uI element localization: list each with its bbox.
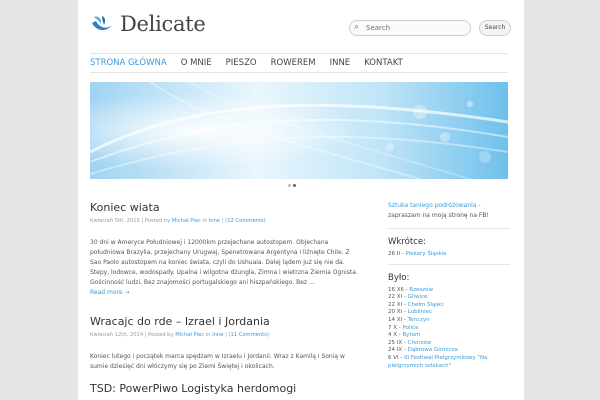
upcoming-heading: Wkrótce: — [388, 237, 426, 247]
nav-item-inne[interactable]: INNE — [323, 54, 358, 72]
main-nav: STRONA GŁÓWNA O MNIE PIESZO ROWEREM INNE… — [90, 53, 508, 73]
post-excerpt: 30 dni w Ameryce Południowej i 12000km p… — [90, 239, 358, 286]
facebook-page-link[interactable]: Sztuka taniego podróżowania — [388, 202, 477, 209]
post-list: Koniec wiata Kwiecień 5th, 2015 | Posted… — [90, 201, 362, 400]
site-title: Delicate — [120, 12, 206, 36]
list-item: 6 VI - III Festiwal Pielgrzymkowy "Na pi… — [388, 354, 488, 369]
divider — [388, 263, 510, 265]
post-title[interactable]: Koniec wiata — [90, 201, 362, 215]
event-link[interactable]: Gliwice — [408, 294, 428, 300]
event-link[interactable]: Chełm Śląski — [408, 302, 443, 308]
post-date: Kwiecień 5th, 2015 — [90, 218, 140, 224]
image-slider[interactable] — [90, 82, 508, 179]
list-item: 20 XI - Lubliniec — [388, 309, 433, 316]
slider-image — [90, 82, 508, 179]
slider-dot[interactable] — [288, 184, 291, 187]
list-item: 4 X - Bytom — [388, 332, 421, 339]
read-more-link[interactable]: Read more → — [90, 288, 362, 297]
bird-logo-icon — [92, 16, 112, 31]
event-link[interactable]: Police — [403, 325, 419, 331]
nav-item-pieszo[interactable]: PIESZO — [219, 54, 264, 72]
event-link[interactable]: Rzeszów — [409, 287, 433, 293]
sidebar: Sztuka taniego podróżowania - zapraszam … — [388, 201, 510, 370]
post-category-link[interactable]: Inne — [212, 332, 223, 338]
list-item: 22 XI - Chełm Śląski — [388, 301, 443, 308]
event-link[interactable]: Tenczyn — [408, 317, 430, 323]
list-item: 22 XI - Gliwice — [388, 294, 428, 301]
sidebar-intro: Sztuka taniego podróżowania - zapraszam … — [388, 201, 510, 229]
post-author-link[interactable]: Michał Piec — [175, 332, 204, 338]
nav-item-kontakt[interactable]: KONTAKT — [357, 54, 410, 72]
event-link[interactable]: Bytom — [403, 332, 421, 338]
past-heading: Było: — [388, 272, 410, 283]
event-link[interactable]: Lubliniec — [408, 309, 432, 315]
nav-item-rowerem[interactable]: ROWEREM — [264, 54, 323, 72]
post-comments-link[interactable]: (12 Comments) — [225, 218, 265, 224]
in-label: in — [202, 218, 208, 224]
post-title[interactable]: TSD: PowerPiwo Logistyka herdomogi — [90, 382, 362, 396]
posted-by-label: | Posted by — [144, 332, 174, 338]
nav-item-o-mnie[interactable]: O MNIE — [174, 54, 219, 72]
slider-pagination — [288, 184, 296, 187]
post: Wracajc do rde – Izrael i Jordania Kwiec… — [90, 315, 362, 372]
list-item: 26 II - Piekary Śląskie — [388, 251, 447, 257]
post-excerpt: Koniec lutego i początek marca spędzam w… — [90, 353, 345, 370]
post-author-link[interactable]: Michał Piec — [172, 218, 201, 224]
page: Delicate ⌕ Search STRONA GŁÓWNA O MNIE P… — [78, 0, 524, 400]
event-link[interactable]: Chorzów — [408, 340, 432, 346]
past-list: 16 XII - Rzeszów 22 XI - Gliwice 22 XI -… — [388, 287, 510, 371]
search-input[interactable] — [366, 22, 464, 33]
post-meta: Kwiecień 5th, 2015 | Posted by Michał Pi… — [90, 218, 266, 224]
post-meta: Kwiecień 12th, 2014 | Posted by Michał P… — [90, 332, 269, 338]
in-label: in — [205, 332, 211, 338]
upcoming-list: 26 II - Piekary Śląskie — [388, 251, 510, 259]
post: TSD: PowerPiwo Logistyka herdomogi — [90, 382, 362, 396]
slider-dot-active[interactable] — [293, 184, 296, 187]
posted-by-label: | Posted by — [141, 218, 171, 224]
post-comments-link[interactable]: (11 Comments) — [228, 332, 268, 338]
event-link[interactable]: Piekary Śląskie — [405, 251, 446, 257]
search-box: ⌕ — [349, 20, 471, 36]
post-category-link[interactable]: Inne — [209, 218, 220, 224]
event-link[interactable]: Dąbrowa Górnicza — [408, 347, 458, 353]
search-button[interactable]: Search — [479, 20, 511, 36]
search-icon: ⌕ — [354, 22, 360, 32]
nav-item-strona-glowna[interactable]: STRONA GŁÓWNA — [90, 54, 174, 72]
list-item: 14 XI - Tenczyn — [388, 316, 430, 323]
post-date: Kwiecień 12th, 2014 — [90, 332, 144, 338]
list-item: 7 X - Police — [388, 324, 419, 331]
site-logo[interactable]: Delicate — [90, 12, 206, 36]
post-title[interactable]: Wracajc do rde – Izrael i Jordania — [90, 315, 362, 329]
post: Koniec wiata Kwiecień 5th, 2015 | Posted… — [90, 201, 362, 297]
list-item: 16 XII - Rzeszów — [388, 286, 433, 293]
list-item: 24 IX - Dąbrowa Górnicza — [388, 347, 458, 354]
